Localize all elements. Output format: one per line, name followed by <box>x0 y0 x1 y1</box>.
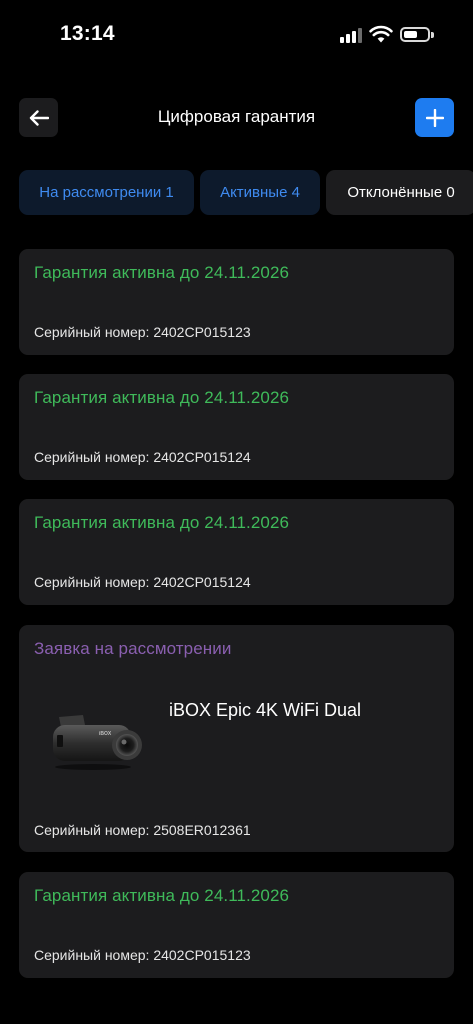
serial-label: Серийный номер: <box>34 574 150 590</box>
filter-tabs: На рассмотрении 1 Активные 4 Отклонённые… <box>19 170 473 215</box>
warranty-card[interactable]: Гарантия активна до 24.11.2026 Серийный … <box>19 499 454 605</box>
cellular-signal-icon <box>340 27 362 43</box>
status-time: 13:14 <box>60 22 115 45</box>
warranty-card[interactable]: Гарантия активна до 24.11.2026 Серийный … <box>19 249 454 355</box>
add-warranty-button[interactable] <box>415 98 454 137</box>
tab-rejected[interactable]: Отклонённые 0 <box>326 170 473 215</box>
serial-number: Серийный номер: 2402CP015123 <box>34 324 251 340</box>
screen: 13:14 Цифровая гарантия На рассмотрении … <box>0 0 473 1024</box>
tab-active[interactable]: Активные 4 <box>200 170 320 215</box>
plus-icon <box>425 108 444 127</box>
warranty-status: Гарантия активна до 24.11.2026 <box>34 886 290 905</box>
warranty-card-pending[interactable]: Заявка на рассмотрении iBOX iBOX Epic 4K… <box>19 625 454 852</box>
svg-text:iBOX: iBOX <box>99 731 112 737</box>
serial-number: Серийный номер: 2402CP015123 <box>34 947 251 963</box>
serial-label: Серийный номер: <box>34 822 150 838</box>
serial-value: 2402CP015123 <box>153 947 251 963</box>
serial-value: 2402CP015124 <box>153 449 251 465</box>
battery-tip <box>431 32 434 38</box>
serial-number: Серийный номер: 2508ER012361 <box>34 822 251 838</box>
status-bar: 13:14 <box>0 0 473 70</box>
serial-label: Серийный номер: <box>34 449 150 465</box>
serial-number: Серийный номер: 2402CP015124 <box>34 449 251 465</box>
tab-under-review[interactable]: На рассмотрении 1 <box>19 170 194 215</box>
product-name: iBOX Epic 4K WiFi Dual <box>169 700 362 720</box>
serial-label: Серийный номер: <box>34 947 150 963</box>
warranty-status: Гарантия активна до 24.11.2026 <box>34 513 290 532</box>
dashcam-product-image: iBOX <box>53 715 142 770</box>
serial-number: Серийный номер: 2402CP015124 <box>34 574 251 590</box>
serial-label: Серийный номер: <box>34 324 150 340</box>
battery-icon <box>400 27 430 42</box>
serial-value: 2402CP015124 <box>153 574 251 590</box>
warranty-card[interactable]: Гарантия активна до 24.11.2026 Серийный … <box>19 374 454 480</box>
page-title: Цифровая гарантия <box>157 107 316 126</box>
serial-value: 2508ER012361 <box>153 822 251 838</box>
warranty-status: Заявка на рассмотрении <box>34 639 232 658</box>
warranty-card[interactable]: Гарантия активна до 24.11.2026 Серийный … <box>19 872 454 978</box>
warranty-status: Гарантия активна до 24.11.2026 <box>34 388 290 407</box>
warranty-status: Гарантия активна до 24.11.2026 <box>34 263 290 282</box>
header: Цифровая гарантия <box>0 98 473 138</box>
wifi-icon <box>369 25 393 43</box>
serial-value: 2402CP015123 <box>153 324 251 340</box>
